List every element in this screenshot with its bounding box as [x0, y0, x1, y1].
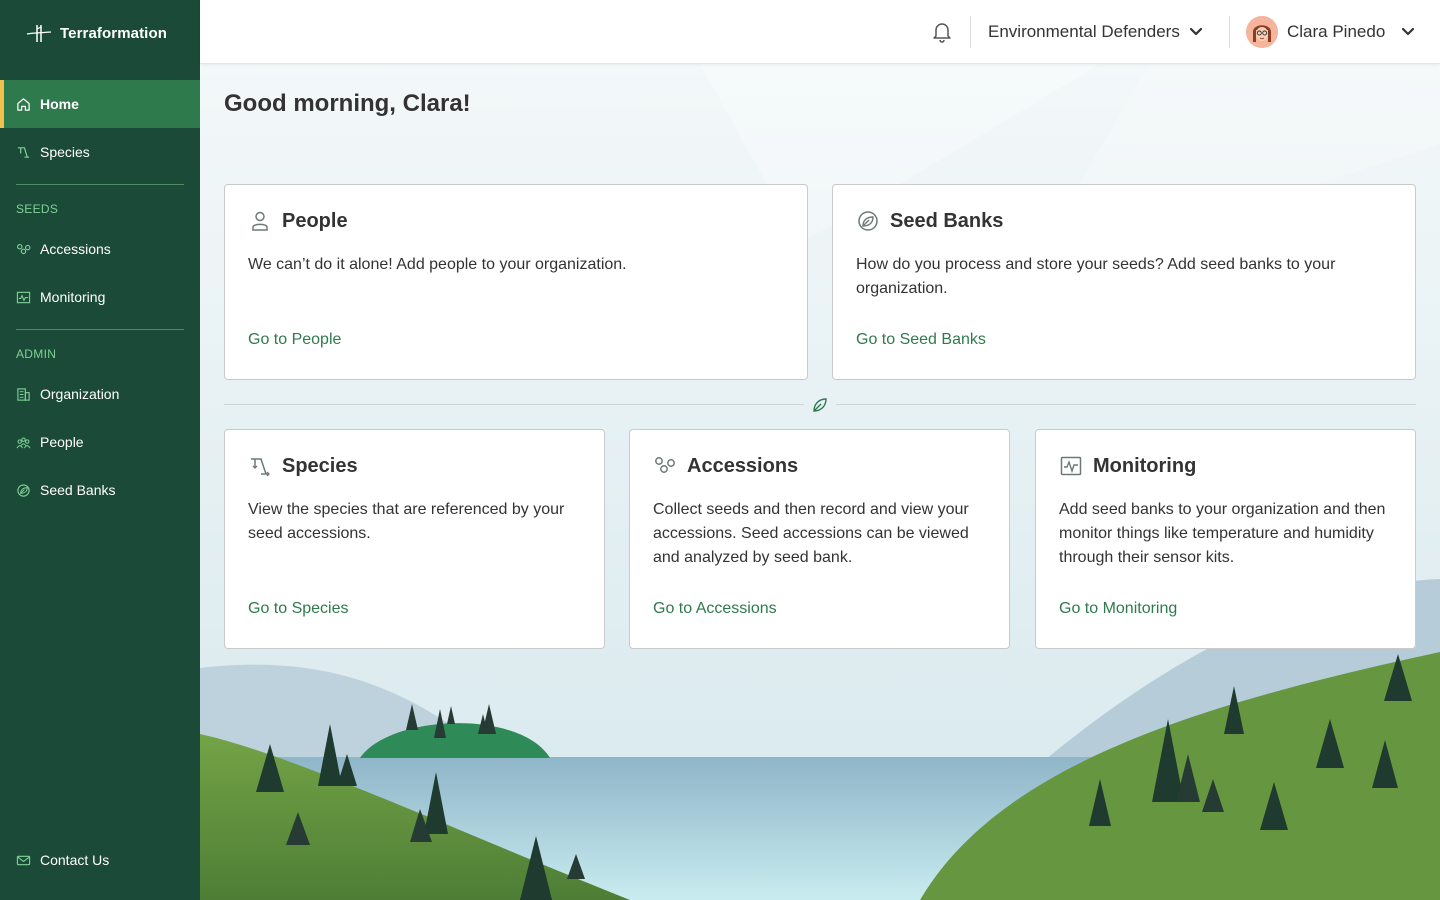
main-content: Good morning, Clara! People We can’t do …	[200, 64, 1440, 900]
organization-switcher[interactable]: Environmental Defenders	[988, 20, 1202, 44]
monitoring-icon	[16, 290, 31, 305]
sidebar-item-label: Seed Banks	[40, 482, 116, 498]
card-monitoring: Monitoring Add seed banks to your organi…	[1035, 429, 1416, 649]
card-description: Collect seeds and then record and view y…	[653, 501, 969, 566]
card-description: Add seed banks to your organization and …	[1059, 501, 1386, 566]
species-icon	[251, 458, 270, 477]
leaf-icon	[811, 396, 829, 419]
seed-banks-icon	[16, 483, 31, 498]
sidebar-item-label: Monitoring	[40, 289, 106, 305]
card-title: Seed Banks	[890, 209, 1004, 232]
section-seeds: SEEDS	[16, 202, 59, 216]
card-seed-banks: Seed Banks How do you process and store …	[832, 184, 1416, 380]
organization-name: Environmental Defenders	[988, 22, 1180, 41]
nav-divider	[16, 329, 184, 330]
user-name: Clara Pinedo	[1287, 22, 1386, 41]
card-people: People We can’t do it alone! Add people …	[224, 184, 808, 380]
chevron-down-icon	[1189, 28, 1202, 36]
sidebar-item-label: People	[40, 434, 84, 450]
avatar	[1246, 16, 1278, 48]
accessions-icon	[655, 457, 675, 473]
user-avatar-icon	[1246, 16, 1278, 48]
nav-divider	[16, 184, 184, 185]
sidebar-item-people[interactable]: People	[0, 418, 200, 466]
brand-name: Terraformation	[60, 24, 167, 42]
card-header: Accessions	[653, 454, 798, 478]
chevron-down-icon	[1402, 28, 1415, 36]
person-icon	[252, 211, 268, 231]
sidebar-item-label: Species	[40, 144, 90, 160]
home-icon	[16, 97, 31, 112]
card-title: Monitoring	[1093, 454, 1197, 477]
go-to-monitoring-link[interactable]: Go to Monitoring	[1059, 600, 1177, 618]
card-accessions: Accessions Collect seeds and then record…	[629, 429, 1010, 649]
go-to-people-link[interactable]: Go to People	[248, 331, 341, 349]
sidebar-item-seed-banks[interactable]: Seed Banks	[0, 466, 200, 514]
sidebar-item-label: Accessions	[40, 241, 111, 257]
user-menu[interactable]: Clara Pinedo	[1246, 16, 1415, 48]
card-header: Monitoring	[1059, 454, 1196, 478]
header-divider	[970, 16, 971, 48]
card-title: People	[282, 209, 348, 232]
sidebar: Terraformation Home Species SEEDS Access…	[0, 0, 200, 900]
brand-logo[interactable]: Terraformation	[26, 22, 167, 44]
card-header: Seed Banks	[856, 209, 1003, 233]
section-admin: ADMIN	[16, 347, 57, 361]
go-to-seed-banks-link[interactable]: Go to Seed Banks	[856, 331, 986, 349]
sidebar-item-organization[interactable]: Organization	[0, 370, 200, 418]
sidebar-item-species[interactable]: Species	[0, 128, 200, 176]
accessions-icon	[16, 242, 31, 257]
sidebar-item-label: Home	[40, 96, 79, 112]
sidebar-item-label: Organization	[40, 386, 120, 402]
sidebar-item-home[interactable]: Home	[0, 80, 200, 128]
sidebar-item-accessions[interactable]: Accessions	[0, 225, 200, 273]
section-divider	[224, 404, 804, 405]
card-title: Accessions	[687, 454, 799, 477]
go-to-species-link[interactable]: Go to Species	[248, 600, 349, 618]
page-title: Good morning, Clara!	[224, 90, 471, 117]
sidebar-item-monitoring[interactable]: Monitoring	[0, 273, 200, 321]
top-header: Environmental Defenders Clara Pinedo	[200, 0, 1440, 64]
sidebar-item-contact-us[interactable]: Contact Us	[0, 836, 200, 884]
sidebar-item-label: Contact Us	[40, 852, 110, 868]
people-icon	[16, 435, 31, 450]
mail-icon	[16, 853, 31, 868]
card-description: We can’t do it alone! Add people to your…	[248, 256, 627, 273]
terraformation-logo-icon	[26, 25, 52, 42]
card-header: Species	[248, 454, 358, 478]
card-title: Species	[282, 454, 358, 477]
section-divider	[836, 404, 1416, 405]
card-species: Species View the species that are refere…	[224, 429, 605, 649]
header-divider	[1229, 16, 1230, 48]
notifications-bell-icon[interactable]	[930, 20, 954, 44]
card-description: How do you process and store your seeds?…	[856, 256, 1336, 297]
monitoring-icon	[1060, 456, 1082, 476]
organization-icon	[16, 387, 31, 402]
seed-bank-icon	[858, 211, 878, 231]
go-to-accessions-link[interactable]: Go to Accessions	[653, 600, 777, 618]
card-description: View the species that are referenced by …	[248, 501, 565, 542]
species-icon	[16, 145, 31, 160]
card-header: People	[248, 209, 348, 233]
